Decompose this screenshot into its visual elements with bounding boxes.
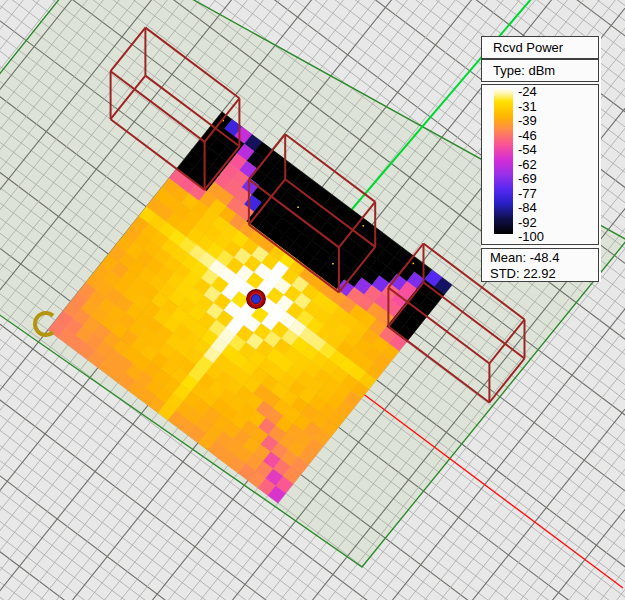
tx-marker[interactable]	[247, 290, 266, 309]
legend-scale-label: -100	[518, 230, 578, 245]
legend-colorbar	[494, 88, 513, 234]
legend-scale-label: -39	[518, 114, 578, 129]
legend-title: Rcvd Power	[481, 36, 599, 59]
legend-std: STD: 22.92	[482, 266, 598, 282]
legend-scale: -24-31-39-46-54-62-69-77-84-92-100	[481, 84, 599, 245]
legend-scale-label: -84	[518, 201, 578, 216]
legend-mean: Mean: -48.4	[482, 249, 598, 266]
legend-scale-label: -24	[518, 85, 578, 100]
legend-scale-label: -54	[518, 143, 578, 158]
legend-type: Type: dBm	[481, 59, 599, 82]
3d-viewport[interactable]: Rcvd Power Type: dBm -24-31-39-46-54-62-…	[0, 0, 625, 600]
legend-panel: Rcvd Power Type: dBm -24-31-39-46-54-62-…	[481, 36, 601, 282]
legend-stats: Mean: -48.4 STD: 22.92	[481, 248, 599, 282]
legend-scale-label: -69	[518, 172, 578, 187]
